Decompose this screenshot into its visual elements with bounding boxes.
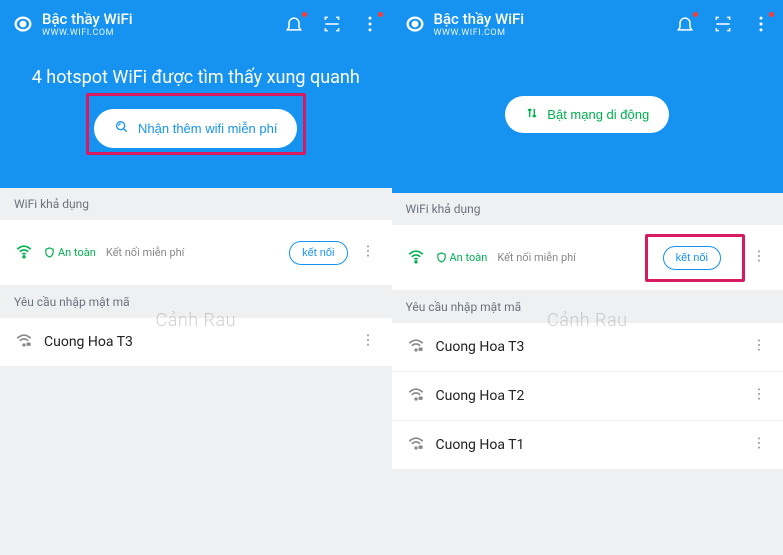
wifi-name: Cuong Hoa T3 bbox=[44, 334, 133, 350]
wifi-row[interactable]: Cuong Hoa T2 bbox=[392, 372, 783, 421]
wifi-lock-icon bbox=[14, 330, 34, 354]
free-label: Kết nối miễn phí bbox=[497, 251, 576, 264]
more-vertical-icon[interactable] bbox=[749, 386, 769, 406]
safe-badge: An toàn bbox=[44, 246, 96, 259]
wifi-logo-icon bbox=[404, 13, 426, 35]
more-vertical-icon[interactable] bbox=[751, 14, 771, 34]
connect-button[interactable]: kết nối bbox=[289, 241, 347, 265]
wifi-row[interactable]: Cuong Hoa T3 bbox=[0, 318, 392, 367]
data-transfer-icon bbox=[525, 106, 539, 123]
empty-area bbox=[0, 367, 392, 555]
wifi-lock-icon bbox=[406, 433, 426, 457]
banner: 4 hotspot WiFi được tìm thấy xung quanh … bbox=[0, 48, 392, 188]
search-wifi-icon bbox=[114, 119, 130, 138]
bell-icon[interactable] bbox=[284, 14, 304, 34]
wifi-signal-icon bbox=[406, 246, 426, 270]
banner-text: 4 hotspot WiFi được tìm thấy xung quanh bbox=[14, 66, 378, 89]
wifi-signal-icon bbox=[14, 241, 34, 265]
screen-right: Bậc thầy WiFi WWW.WIFI.COM Bật mạng bbox=[392, 0, 783, 555]
app-subtitle: WWW.WIFI.COM bbox=[42, 28, 276, 38]
app-subtitle: WWW.WIFI.COM bbox=[434, 28, 668, 38]
empty-area bbox=[392, 470, 783, 555]
more-vertical-icon[interactable] bbox=[749, 435, 769, 455]
wifi-row[interactable]: An toàn Kết nối miễn phí kết nối bbox=[0, 220, 392, 286]
wifi-row[interactable]: Cuong Hoa T3 bbox=[392, 323, 783, 372]
app-header: Bậc thầy WiFi WWW.WIFI.COM bbox=[392, 0, 783, 48]
app-header: Bậc thầy WiFi WWW.WIFI.COM bbox=[0, 0, 392, 48]
enable-mobile-data-button[interactable]: Bật mạng di động bbox=[505, 96, 669, 133]
safe-badge: An toàn bbox=[436, 251, 488, 264]
section-available: WiFi khả dụng bbox=[0, 188, 392, 220]
cta-label: Nhận thêm wifi miễn phí bbox=[138, 121, 277, 136]
banner: Bật mạng di động bbox=[392, 48, 783, 193]
more-vertical-icon[interactable] bbox=[358, 243, 378, 263]
app-title: Bậc thầy WiFi bbox=[434, 10, 668, 28]
get-more-wifi-button[interactable]: Nhận thêm wifi miễn phí bbox=[94, 109, 297, 148]
more-vertical-icon[interactable] bbox=[749, 337, 769, 357]
section-password: Yêu cầu nhập mật mã bbox=[0, 286, 392, 318]
cta-label: Bật mạng di động bbox=[547, 107, 649, 122]
section-available: WiFi khả dụng bbox=[392, 193, 783, 225]
wifi-name: Cuong Hoa T3 bbox=[436, 339, 525, 355]
wifi-row[interactable]: Cuong Hoa T1 bbox=[392, 421, 783, 470]
screen-left: Bậc thầy WiFi WWW.WIFI.COM 4 hotspot WiF… bbox=[0, 0, 392, 555]
connect-button[interactable]: kết nối bbox=[663, 246, 721, 270]
more-vertical-icon[interactable] bbox=[358, 332, 378, 352]
wifi-name: Cuong Hoa T2 bbox=[436, 388, 525, 404]
bell-icon[interactable] bbox=[675, 14, 695, 34]
wifi-name: Cuong Hoa T1 bbox=[436, 437, 525, 453]
free-label: Kết nối miễn phí bbox=[106, 246, 185, 259]
more-vertical-icon[interactable] bbox=[749, 248, 769, 268]
wifi-logo-icon bbox=[12, 13, 34, 35]
scan-icon[interactable] bbox=[322, 14, 342, 34]
section-password: Yêu cầu nhập mật mã bbox=[392, 291, 783, 323]
wifi-row[interactable]: An toàn Kết nối miễn phí kết nối bbox=[392, 225, 783, 291]
wifi-lock-icon bbox=[406, 335, 426, 359]
wifi-lock-icon bbox=[406, 384, 426, 408]
more-vertical-icon[interactable] bbox=[360, 14, 380, 34]
scan-icon[interactable] bbox=[713, 14, 733, 34]
app-title: Bậc thầy WiFi bbox=[42, 10, 276, 28]
